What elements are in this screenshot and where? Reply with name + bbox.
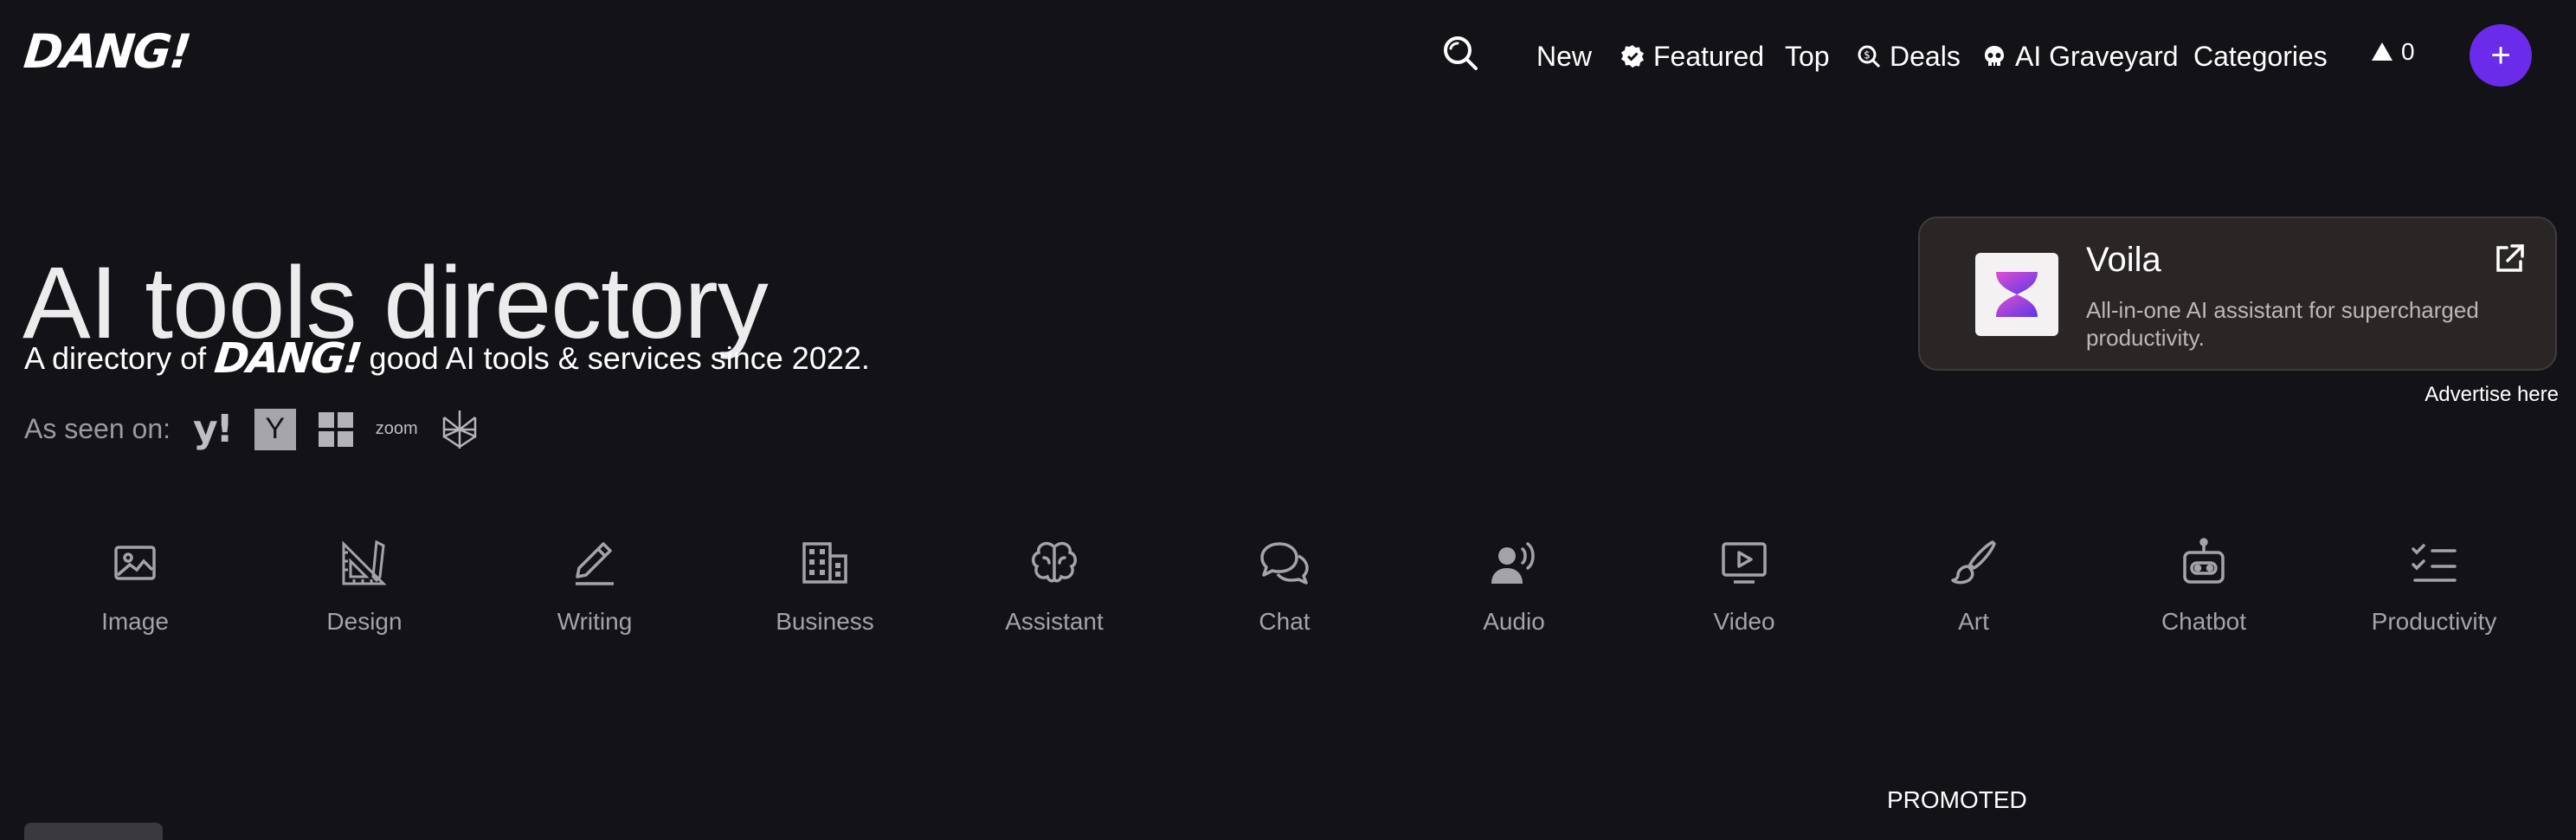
badge-check-icon	[1621, 45, 1644, 68]
as-seen-on: As seen on: y! Y zoom	[24, 407, 479, 451]
category-label: Image	[101, 608, 169, 635]
advertise-link[interactable]: Advertise here	[2425, 383, 2559, 407]
category-label: Audio	[1483, 608, 1545, 635]
nav-featured-label: Featured	[1653, 40, 1765, 72]
svg-text:$: $	[1864, 49, 1871, 61]
category-art[interactable]: Art	[1887, 537, 2060, 636]
external-link-icon[interactable]	[2493, 242, 2526, 275]
category-label: Art	[1958, 608, 1989, 635]
warning-triangle-icon	[2372, 42, 2392, 61]
nav-ai-graveyard-label: AI Graveyard	[2015, 40, 2179, 72]
category-productivity[interactable]: Productivity	[2347, 537, 2521, 636]
search-icon[interactable]	[1440, 33, 1482, 74]
nav-ai-graveyard[interactable]: AI Graveyard	[1982, 35, 2179, 78]
subtitle-prefix: A directory of	[24, 340, 207, 376]
category-assistant[interactable]: Assistant	[968, 537, 1141, 636]
nav-deals[interactable]: $ Deals	[1857, 35, 1961, 78]
category-label: Chat	[1259, 608, 1311, 635]
category-label: Design	[326, 608, 402, 635]
audio-icon	[1491, 542, 1535, 584]
voila-logo	[1975, 253, 2058, 336]
pencil-icon	[576, 542, 614, 585]
category-chatbot[interactable]: Chatbot	[2117, 537, 2290, 636]
promo-description: All-in-one AI assistant for supercharged…	[2086, 297, 2479, 351]
yahoo-logo[interactable]: y!	[193, 407, 234, 451]
category-label: Productivity	[2371, 608, 2497, 635]
plus-icon: +	[2490, 36, 2511, 74]
category-chat[interactable]: Chat	[1198, 537, 1371, 636]
category-row: Image Design Writing Business Assistant …	[0, 537, 2576, 667]
promo-name: Voila	[2086, 241, 2161, 279]
perplexity-logo[interactable]	[441, 409, 479, 450]
nav-featured[interactable]: Featured	[1620, 35, 1764, 78]
add-tool-button[interactable]: +	[2470, 24, 2532, 87]
category-label: Video	[1713, 608, 1775, 635]
category-label: Business	[776, 608, 874, 635]
nav-new[interactable]: New	[1536, 35, 1592, 78]
category-design[interactable]: Design	[278, 537, 451, 636]
category-writing[interactable]: Writing	[508, 537, 681, 636]
robot-icon	[2183, 538, 2225, 584]
category-image[interactable]: Image	[48, 537, 222, 636]
checklist-icon	[2412, 544, 2457, 582]
notification-count: 0	[2401, 38, 2415, 65]
filter-tab[interactable]	[24, 823, 163, 840]
notification-button[interactable]: 0	[2370, 38, 2415, 66]
subtitle-suffix: good AI tools & services since 2022.	[369, 340, 870, 376]
top-nav: New Featured Top $ Deals AI Graveyard Ca…	[0, 0, 2576, 111]
building-icon	[802, 542, 847, 584]
design-icon	[342, 540, 387, 585]
category-label: Writing	[557, 608, 633, 635]
zoom-logo[interactable]: zoom	[376, 419, 418, 439]
category-video[interactable]: Video	[1658, 537, 1831, 636]
nav-new-label: New	[1536, 40, 1593, 72]
chat-icon	[1260, 542, 1309, 585]
brain-icon	[1032, 541, 1077, 583]
windows-logo[interactable]	[318, 411, 353, 447]
category-label: Assistant	[1005, 608, 1104, 635]
nav-deals-label: Deals	[1890, 40, 1961, 72]
nav-top-label: Top	[1785, 40, 1830, 72]
search-dollar-icon: $	[1858, 45, 1881, 68]
image-icon	[114, 546, 156, 580]
category-audio[interactable]: Audio	[1427, 537, 1600, 636]
video-icon	[1722, 542, 1767, 584]
ycombinator-logo[interactable]: Y	[254, 408, 296, 450]
promo-card[interactable]: Voila All-in-one AI assistant for superc…	[1918, 216, 2557, 371]
inline-logo: DANG!	[212, 334, 364, 383]
category-business[interactable]: Business	[738, 537, 911, 636]
category-label: Chatbot	[2161, 608, 2247, 635]
brush-icon	[1951, 540, 1996, 585]
nav-top[interactable]: Top	[1785, 35, 1830, 78]
nav-categories-label: Categories	[2193, 40, 2328, 72]
skull-icon	[1985, 46, 2004, 66]
hero-subtitle: A directory of DANG! good AI tools & ser…	[24, 334, 870, 383]
nav-categories[interactable]: Categories	[2193, 35, 2328, 78]
as-seen-on-label: As seen on:	[24, 413, 171, 444]
promoted-label: PROMOTED	[1887, 786, 2027, 813]
